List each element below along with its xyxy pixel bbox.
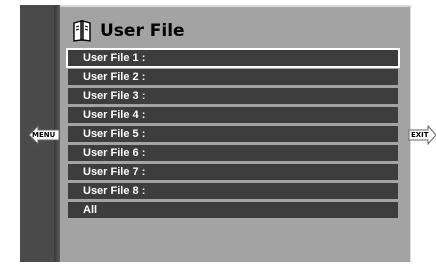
list-item-user-file-3[interactable]: User File 3 : [68, 88, 398, 104]
list-item-user-file-6[interactable]: User File 6 : [68, 145, 398, 161]
list-item-user-file-5[interactable]: User File 5 : [68, 126, 398, 142]
list-item-user-file-2[interactable]: User File 2 : [68, 69, 398, 85]
book-icon [73, 20, 91, 42]
exit-label[interactable]: EXIT [411, 131, 429, 139]
list-item-all[interactable]: All [68, 202, 398, 218]
list-item-user-file-1[interactable]: User File 1 : [66, 48, 400, 68]
list-item-user-file-7[interactable]: User File 7 : [68, 164, 398, 180]
menu-label[interactable]: MENU [32, 131, 55, 139]
title-text: User File [100, 21, 185, 41]
page-title: User File [72, 17, 185, 45]
list-item-user-file-8[interactable]: User File 8 : [68, 183, 398, 199]
list-item-user-file-4[interactable]: User File 4 : [68, 107, 398, 123]
user-file-list: User File 1 : User File 2 : User File 3 … [66, 48, 400, 221]
